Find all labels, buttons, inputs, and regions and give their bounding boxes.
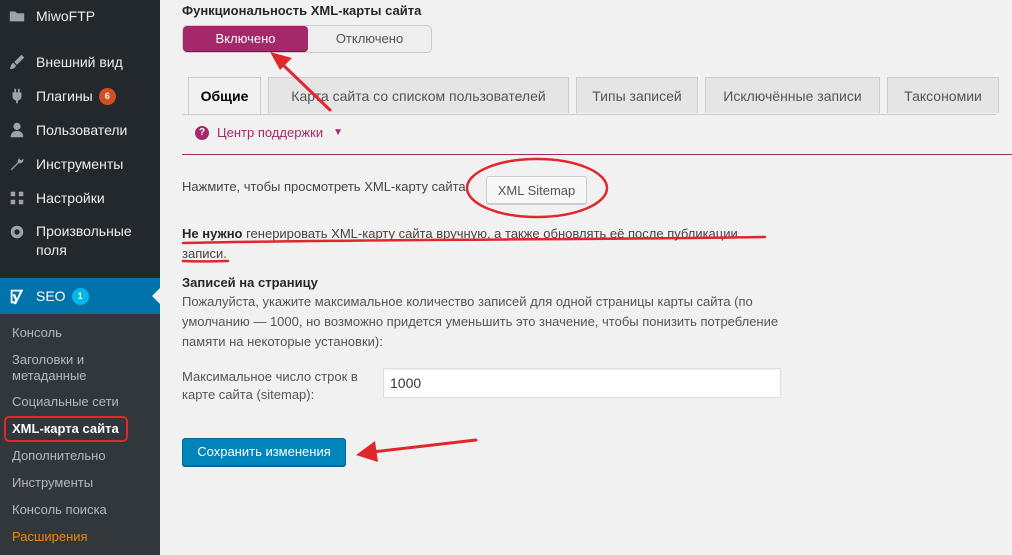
save-changes-button[interactable]: Сохранить изменения <box>182 438 346 466</box>
max-entries-label: Максимальное число строк в карте сайта (… <box>182 369 358 402</box>
users-icon <box>8 121 26 139</box>
gear-icon <box>8 223 26 241</box>
sidebar-item-label: Произвольные поля <box>36 223 132 258</box>
admin-sidebar: MiwoFTP Внешний вид Плагины 6 Пользовате… <box>0 0 160 555</box>
sidebar-item-custom-fields[interactable]: Произвольные поля <box>0 222 160 260</box>
folder-icon <box>8 7 26 25</box>
question-icon: ? <box>195 125 209 140</box>
sidebar-item-seo[interactable]: SEO 1 <box>0 278 160 314</box>
yoast-icon <box>8 287 26 305</box>
annotation-arrowhead-save <box>356 441 378 462</box>
sidebar-item-label: Инструменты <box>36 156 124 172</box>
submenu-item-advanced[interactable]: Дополнительно <box>12 448 106 464</box>
tab-post-types[interactable]: Типы записей <box>576 77 698 113</box>
toggle-on-button[interactable]: Включено <box>183 26 308 52</box>
annotation-arrow-save <box>370 438 478 454</box>
help-center-toggle[interactable]: ? Центр поддержки ▼ <box>195 125 343 140</box>
current-menu-arrow <box>152 288 160 304</box>
sidebar-item-tools[interactable]: Инструменты <box>0 154 160 174</box>
submenu-item-extensions[interactable]: Расширения <box>12 529 88 545</box>
plugin-icon <box>8 87 26 105</box>
sitemap-toggle: Включено Отключено <box>182 25 432 53</box>
tab-excluded-posts[interactable]: Исключённые записи <box>705 77 880 113</box>
tab-user-sitemap[interactable]: Карта сайта со списком пользователей <box>268 77 569 113</box>
note-text: генерировать XML-карту сайта вручную, а … <box>182 226 738 261</box>
tab-taxonomies[interactable]: Таксономии <box>887 77 999 113</box>
tab-general[interactable]: Общие <box>188 77 261 115</box>
brush-icon <box>8 53 26 71</box>
sidebar-item-label: Плагины <box>36 88 93 104</box>
caret-down-icon: ▼ <box>333 127 343 138</box>
sitemap-toggle-title: Функциональность XML-карты сайта <box>182 3 422 18</box>
annotation-highlight-box <box>4 416 128 442</box>
settings-icon <box>8 189 26 207</box>
entries-per-page-description: Пожалуйста, укажите максимальное количес… <box>182 294 779 349</box>
annotation-arrowhead-toggle <box>270 52 292 70</box>
help-divider <box>182 154 1012 155</box>
note-emphasis: Не нужно <box>182 226 243 241</box>
submenu-item-titles-metas[interactable]: Заголовки и метаданные <box>12 352 142 384</box>
xml-sitemap-button[interactable]: XML Sitemap <box>486 176 587 204</box>
submenu-item-tools[interactable]: Инструменты <box>12 475 93 491</box>
toggle-off-button[interactable]: Отключено <box>308 26 431 52</box>
plugins-update-badge: 6 <box>98 87 116 105</box>
submenu-item-dashboard[interactable]: Консоль <box>12 325 62 341</box>
sidebar-item-label: SEO <box>36 288 66 304</box>
sidebar-item-label: Пользователи <box>36 122 128 138</box>
sidebar-item-label: MiwoFTP <box>36 8 96 24</box>
sidebar-item-users[interactable]: Пользователи <box>0 120 160 140</box>
sidebar-item-appearance[interactable]: Внешний вид <box>0 52 160 72</box>
entries-per-page-title: Записей на страницу <box>182 275 318 290</box>
auto-generate-note: Не нужно генерировать XML-карту сайта вр… <box>182 224 782 264</box>
sidebar-item-plugins[interactable]: Плагины 6 <box>0 86 160 106</box>
seo-notification-badge: 1 <box>71 287 89 305</box>
submenu-item-social[interactable]: Социальные сети <box>12 394 119 410</box>
max-entries-input[interactable] <box>383 368 781 398</box>
sidebar-item-settings[interactable]: Настройки <box>0 188 160 208</box>
tab-divider <box>182 114 996 115</box>
view-sitemap-label: Нажмите, чтобы просмотреть XML-карту сай… <box>182 179 470 194</box>
help-center-label: Центр поддержки <box>217 125 324 140</box>
sidebar-item-label: Внешний вид <box>36 54 123 70</box>
sidebar-item-label: Настройки <box>36 190 105 206</box>
wrench-icon <box>8 155 26 173</box>
submenu-item-search-console[interactable]: Консоль поиска <box>12 502 107 518</box>
sidebar-item-miwoftp[interactable]: MiwoFTP <box>0 6 160 26</box>
